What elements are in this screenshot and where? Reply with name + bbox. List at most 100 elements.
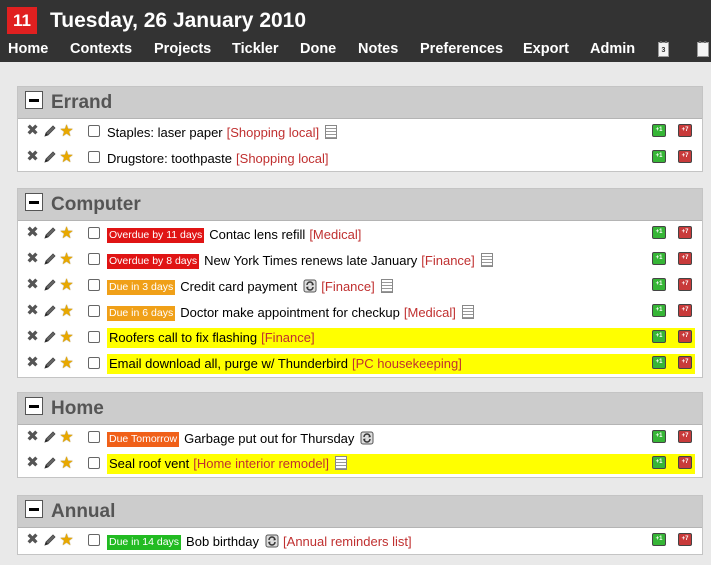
- todo-checkbox[interactable]: [88, 305, 100, 317]
- delete-icon[interactable]: ✖: [26, 149, 39, 164]
- collapse-toggle-button[interactable]: [25, 397, 43, 415]
- delete-icon[interactable]: ✖: [26, 329, 39, 344]
- nav-tickler[interactable]: Tickler: [232, 40, 279, 58]
- edit-pencil-icon[interactable]: [43, 252, 56, 266]
- defer-7-days-button[interactable]: +7: [678, 430, 692, 443]
- todo-checkbox[interactable]: [88, 253, 100, 265]
- project-link[interactable]: [PC housekeeping]: [352, 356, 462, 371]
- nav-done[interactable]: Done: [300, 40, 336, 58]
- collapse-toggle-button[interactable]: [25, 500, 43, 518]
- defer-7-days-button[interactable]: +7: [678, 304, 692, 317]
- todo-checkbox[interactable]: [88, 457, 100, 469]
- defer-7-days-button[interactable]: +7: [678, 150, 692, 163]
- nav-admin[interactable]: Admin: [590, 40, 635, 58]
- nav-notes[interactable]: Notes: [358, 40, 398, 58]
- notes-icon[interactable]: [335, 456, 348, 470]
- todo-checkbox[interactable]: [88, 431, 100, 443]
- delete-icon[interactable]: ✖: [26, 277, 39, 292]
- todo-checkbox[interactable]: [88, 151, 100, 163]
- todo-checkbox[interactable]: [88, 279, 100, 291]
- star-icon[interactable]: ★: [59, 430, 74, 446]
- defer-7-days-button[interactable]: +7: [678, 456, 692, 469]
- todo-description[interactable]: Garbage put out for Thursday: [184, 431, 354, 446]
- defer-1-day-button[interactable]: +1: [652, 226, 666, 239]
- star-icon[interactable]: ★: [59, 150, 74, 166]
- project-link[interactable]: [Medical]: [404, 305, 456, 320]
- star-icon[interactable]: ★: [59, 330, 74, 346]
- nav-preferences[interactable]: Preferences: [420, 40, 503, 58]
- defer-7-days-button[interactable]: +7: [678, 124, 692, 137]
- edit-pencil-icon[interactable]: [43, 226, 56, 240]
- nav-home[interactable]: Home: [8, 40, 48, 58]
- notes-icon[interactable]: [480, 253, 493, 267]
- delete-icon[interactable]: ✖: [26, 251, 39, 266]
- notes-icon[interactable]: [325, 125, 338, 139]
- star-icon[interactable]: ★: [59, 456, 74, 472]
- nav-export[interactable]: Export: [523, 40, 569, 58]
- delete-icon[interactable]: ✖: [26, 455, 39, 470]
- edit-pencil-icon[interactable]: [43, 278, 56, 292]
- todo-description[interactable]: Email download all, purge w/ Thunderbird: [109, 356, 348, 371]
- project-link[interactable]: [Finance]: [421, 253, 474, 268]
- edit-pencil-icon[interactable]: [43, 430, 56, 444]
- todo-description[interactable]: New York Times renews late January: [204, 253, 417, 268]
- todo-description[interactable]: Doctor make appointment for checkup: [180, 305, 400, 320]
- star-icon[interactable]: ★: [59, 252, 74, 268]
- defer-7-days-button[interactable]: +7: [678, 533, 692, 546]
- project-link[interactable]: [Home interior remodel]: [193, 456, 329, 471]
- edit-pencil-icon[interactable]: [43, 124, 56, 138]
- delete-icon[interactable]: ✖: [26, 225, 39, 240]
- edit-pencil-icon[interactable]: [43, 356, 56, 370]
- todo-checkbox[interactable]: [88, 331, 100, 343]
- edit-pencil-icon[interactable]: [43, 456, 56, 470]
- defer-1-day-button[interactable]: +1: [652, 330, 666, 343]
- edit-pencil-icon[interactable]: [43, 150, 56, 164]
- defer-1-day-button[interactable]: +1: [652, 252, 666, 265]
- todo-description[interactable]: Bob birthday: [186, 534, 259, 549]
- project-link[interactable]: [Finance]: [261, 330, 314, 345]
- defer-1-day-button[interactable]: +1: [652, 304, 666, 317]
- star-icon[interactable]: ★: [59, 278, 74, 294]
- notes-icon[interactable]: [461, 305, 474, 319]
- todo-description[interactable]: Drugstore: toothpaste: [107, 151, 232, 166]
- todo-description[interactable]: Roofers call to fix flashing: [109, 330, 257, 345]
- defer-1-day-button[interactable]: +1: [652, 124, 666, 137]
- defer-1-day-button[interactable]: +1: [652, 278, 666, 291]
- todo-checkbox[interactable]: [88, 125, 100, 137]
- project-link[interactable]: [Medical]: [309, 227, 361, 242]
- delete-icon[interactable]: ✖: [26, 532, 39, 547]
- todo-checkbox[interactable]: [88, 227, 100, 239]
- defer-7-days-button[interactable]: +7: [678, 356, 692, 369]
- star-icon[interactable]: ★: [59, 124, 74, 140]
- todo-description[interactable]: Seal roof vent: [109, 456, 189, 471]
- star-icon[interactable]: ★: [59, 533, 74, 549]
- defer-1-day-button[interactable]: +1: [652, 356, 666, 369]
- delete-icon[interactable]: ✖: [26, 303, 39, 318]
- nav-projects[interactable]: Projects: [154, 40, 211, 58]
- collapse-toggle-button[interactable]: [25, 91, 43, 109]
- todo-checkbox[interactable]: [88, 534, 100, 546]
- notes-icon[interactable]: [380, 279, 393, 293]
- star-icon[interactable]: ★: [59, 226, 74, 242]
- edit-pencil-icon[interactable]: [43, 304, 56, 318]
- defer-7-days-button[interactable]: +7: [678, 278, 692, 291]
- delete-icon[interactable]: ✖: [26, 429, 39, 444]
- defer-1-day-button[interactable]: +1: [652, 533, 666, 546]
- todo-description[interactable]: Credit card payment: [180, 279, 297, 294]
- calendar-icon[interactable]: 3: [658, 41, 669, 57]
- nav-contexts[interactable]: Contexts: [70, 40, 132, 58]
- edit-pencil-icon[interactable]: [43, 330, 56, 344]
- print-icon[interactable]: [697, 41, 709, 57]
- todo-description[interactable]: Staples: laser paper: [107, 125, 223, 140]
- defer-7-days-button[interactable]: +7: [678, 330, 692, 343]
- edit-pencil-icon[interactable]: [43, 533, 56, 547]
- delete-icon[interactable]: ✖: [26, 123, 39, 138]
- defer-7-days-button[interactable]: +7: [678, 226, 692, 239]
- todo-checkbox[interactable]: [88, 357, 100, 369]
- star-icon[interactable]: ★: [59, 304, 74, 320]
- defer-1-day-button[interactable]: +1: [652, 430, 666, 443]
- defer-1-day-button[interactable]: +1: [652, 456, 666, 469]
- project-link[interactable]: [Shopping local]: [236, 151, 329, 166]
- star-icon[interactable]: ★: [59, 356, 74, 372]
- delete-icon[interactable]: ✖: [26, 355, 39, 370]
